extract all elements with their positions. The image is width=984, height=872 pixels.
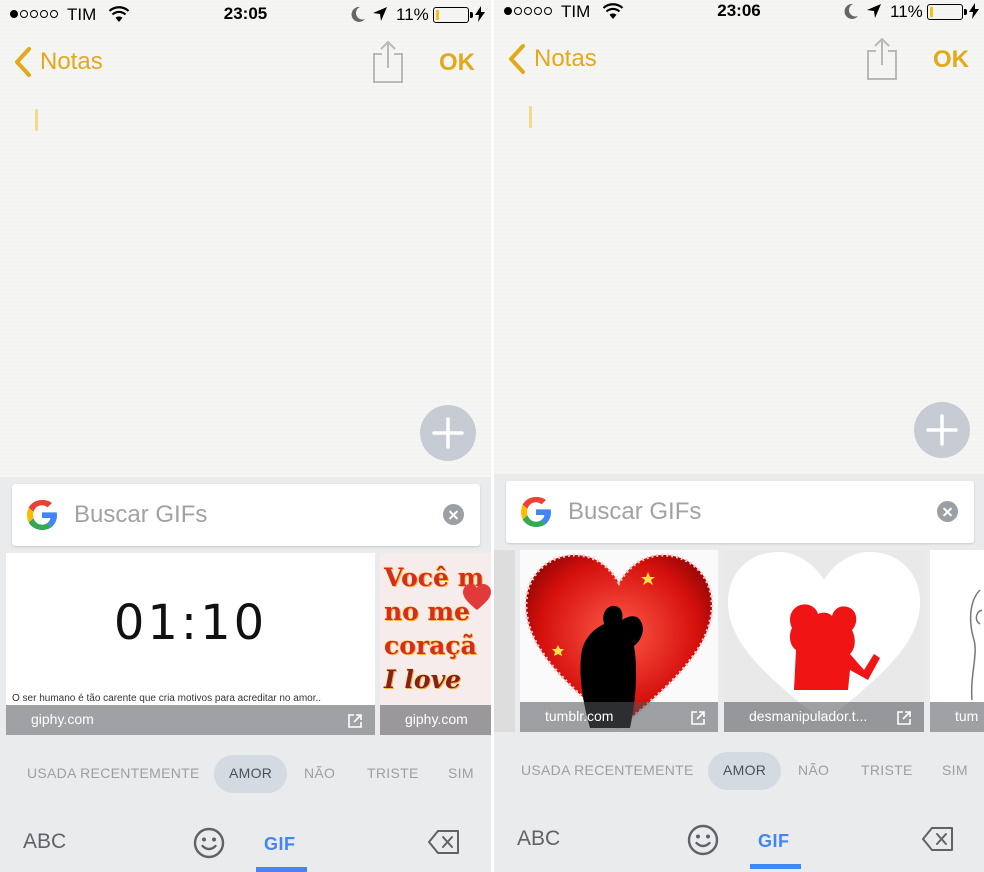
tab-nao[interactable]: NÃO [798,762,829,778]
ok-button[interactable]: OK [439,49,475,77]
tab-sim[interactable]: SIM [942,762,968,778]
charging-bolt-icon [969,3,979,19]
do-not-disturb-moon-icon [351,6,365,22]
add-attachment-button[interactable] [420,405,476,461]
battery-percentage: 11% [890,2,923,21]
text-cursor [529,106,532,128]
location-arrow-icon [373,7,387,21]
phone-screen-left: TIM 23:05 11% Notas OK Buscar GIFs 01:10… [0,0,491,872]
search-placeholder: Buscar GIFs [74,501,208,528]
do-not-disturb-moon-icon [844,3,858,19]
gif-result-partial[interactable] [494,550,515,732]
gif-source-label: tum [955,708,979,724]
tab-nao[interactable]: NÃO [304,765,335,781]
location-arrow-icon [867,4,881,18]
gif-category-tabs: USADA RECENTEMENTE AMOR NÃO TRISTE SIM [0,755,491,795]
backspace-icon[interactable] [922,826,954,852]
phone-screen-right: TIM 23:06 11% Notas OK Buscar GIFs tumbl… [494,0,984,872]
backspace-icon[interactable] [428,829,460,855]
ok-button[interactable]: OK [933,46,969,74]
back-button[interactable]: Notas [508,43,597,75]
plus-icon [432,417,464,449]
battery-percentage: 11% [396,5,429,24]
gif-result-clock[interactable]: 01:10 O ser humano é tão carente que cri… [6,553,375,735]
tab-amor[interactable]: AMOR [708,752,782,790]
gif-counter-text: 01:10 [113,595,268,651]
back-button-label: Notas [534,45,597,72]
tab-usada-recentemente[interactable]: USADA RECENTEMENTE [521,762,694,778]
gif-source-label: giphy.com [31,711,94,727]
open-external-icon[interactable] [690,710,706,726]
keyboard-bottom-bar: ABC GIF [494,814,984,869]
gif-source-bar: tumblr.com [520,702,718,732]
share-icon[interactable] [866,37,898,81]
gif-tab-button[interactable]: GIF [758,831,790,852]
emoji-icon[interactable] [193,827,225,859]
gif-source-bar: giphy.com [6,705,375,735]
chevron-left-icon [509,44,525,74]
status-bar: TIM 23:05 11% [0,0,491,30]
gif-result-voce-me[interactable]: Você m no me coraçã I love giphy.com [380,553,491,735]
emoji-icon[interactable] [687,824,719,856]
text-cursor [35,109,38,131]
gif-source-label: desmanipulador.t... [749,708,868,724]
abc-keyboard-button[interactable]: ABC [23,830,66,854]
open-external-icon[interactable] [347,713,363,729]
gif-result-heart-silhouette[interactable]: tumblr.com [520,550,718,732]
tab-triste[interactable]: TRISTE [861,762,913,778]
gif-category-tabs: USADA RECENTEMENTE AMOR NÃO TRISTE SIM [494,752,984,792]
open-external-icon[interactable] [896,710,912,726]
gif-search-box[interactable]: Buscar GIFs [506,481,974,543]
battery-icon [927,4,967,20]
clear-search-icon[interactable] [443,504,464,525]
gif-source-label: tumblr.com [545,708,614,724]
add-attachment-button[interactable] [914,402,970,458]
charging-bolt-icon [475,6,485,22]
gif-caption: O ser humano é tão carente que cria moti… [12,693,322,704]
tab-usada-recentemente[interactable]: USADA RECENTEMENTE [27,765,200,781]
gif-tab-indicator [256,867,307,872]
gif-tab-indicator [750,864,801,869]
abc-keyboard-button[interactable]: ABC [517,827,560,851]
gif-love-line: coraçã [384,631,477,660]
back-button-label: Notas [40,48,103,75]
gif-tab-button[interactable]: GIF [264,834,296,855]
gif-results: 01:10 O ser humano é tão carente que cri… [0,551,491,737]
google-logo-icon [27,500,57,530]
share-icon[interactable] [372,40,404,84]
gif-result-sketch[interactable]: tum [930,550,984,732]
gif-results: tumblr.com desmanipulador.t... tum [494,548,984,734]
gif-love-text: Você m no me coraçã I love [384,561,484,697]
search-placeholder: Buscar GIFs [568,498,702,525]
back-button[interactable]: Notas [14,46,103,78]
tab-triste[interactable]: TRISTE [367,765,419,781]
plus-icon [926,414,958,446]
gif-source-bar: tum [930,702,984,732]
gif-source-label: giphy.com [405,711,468,727]
status-bar: TIM 23:06 11% [494,0,984,27]
chevron-left-icon [15,47,31,77]
gif-source-bar: desmanipulador.t... [724,702,924,732]
gif-result-kissing-couple[interactable]: desmanipulador.t... [724,550,924,732]
keyboard-bottom-bar: ABC GIF [0,817,491,872]
gif-source-bar: giphy.com [380,705,491,735]
gboard-keyboard: Buscar GIFs 01:10 O ser humano é tão car… [0,477,491,872]
gif-love-line: I love [384,665,462,694]
tab-sim[interactable]: SIM [448,765,474,781]
heart-decoration-icon [463,584,491,610]
tab-amor[interactable]: AMOR [214,755,288,793]
clear-search-icon[interactable] [937,501,958,522]
battery-icon [433,7,473,23]
google-logo-icon [521,497,551,527]
gif-search-box[interactable]: Buscar GIFs [12,484,480,546]
gboard-keyboard: Buscar GIFs tumblr.com desmanipulador.t.… [494,474,984,872]
